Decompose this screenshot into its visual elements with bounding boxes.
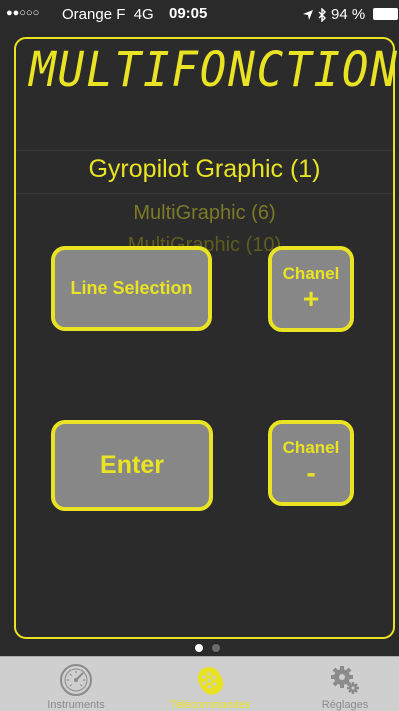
page-indicator[interactable] bbox=[195, 644, 220, 652]
battery-percent: 94 % bbox=[331, 6, 366, 23]
tab-telecommandes[interactable]: Télécommandes bbox=[160, 657, 260, 711]
page-title: MULTIFONCTION bbox=[29, 42, 399, 98]
signal-strength: ●●○○○ bbox=[6, 7, 40, 19]
tab-label: Instruments bbox=[47, 699, 105, 711]
picker-option[interactable]: MultiGraphic (6) bbox=[16, 202, 393, 225]
tab-label: Télécommandes bbox=[169, 699, 251, 711]
picker-selected-item[interactable]: Gyropilot Graphic (1) bbox=[16, 155, 393, 184]
tab-instruments[interactable]: Instruments bbox=[36, 657, 116, 711]
page-dot bbox=[212, 644, 220, 652]
remote-icon bbox=[197, 667, 224, 695]
status-right: 94 % bbox=[302, 6, 365, 23]
gears-icon bbox=[331, 666, 359, 694]
plus-icon: + bbox=[302, 283, 320, 315]
tab-bar: Instruments Télécommandes Réglages bbox=[0, 656, 399, 711]
page-dot-active bbox=[195, 644, 203, 652]
clock: 09:05 bbox=[169, 5, 208, 22]
location-arrow-icon bbox=[303, 9, 313, 20]
minus-icon: - bbox=[306, 457, 316, 489]
chanel-minus-label: Chanel bbox=[282, 437, 340, 457]
mode-picker[interactable]: Gyropilot Graphic (1) MultiGraphic (6) M… bbox=[16, 150, 393, 260]
gauge-icon bbox=[60, 664, 92, 696]
bluetooth-icon bbox=[318, 7, 326, 22]
line-selection-button[interactable]: Line Selection bbox=[51, 246, 212, 331]
tab-reglages[interactable]: Réglages bbox=[307, 657, 383, 711]
chanel-minus-button[interactable]: Chanel - bbox=[268, 420, 354, 506]
carrier-name: Orange F 4G bbox=[62, 6, 154, 23]
main-panel bbox=[14, 37, 395, 639]
chanel-plus-label: Chanel bbox=[282, 263, 340, 283]
picker-divider bbox=[16, 150, 393, 151]
battery-icon bbox=[373, 8, 398, 20]
status-bar: ●●○○○ Orange F 4G 09:05 94 % bbox=[0, 0, 399, 28]
tab-label: Réglages bbox=[321, 699, 369, 711]
chanel-plus-button[interactable]: Chanel + bbox=[268, 246, 354, 332]
picker-divider bbox=[16, 193, 393, 194]
enter-button[interactable]: Enter bbox=[51, 420, 213, 511]
